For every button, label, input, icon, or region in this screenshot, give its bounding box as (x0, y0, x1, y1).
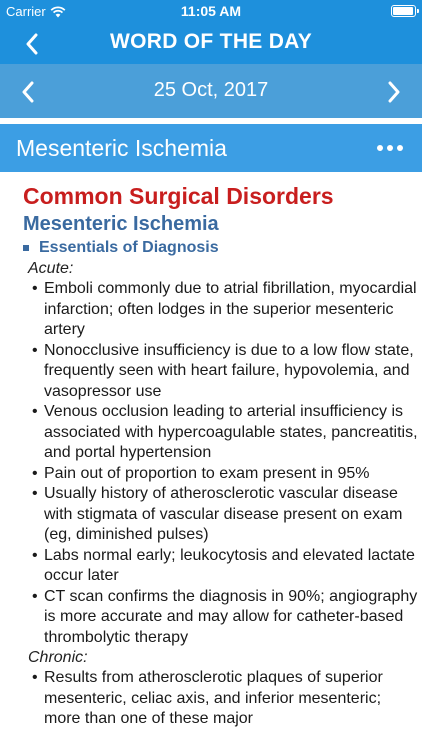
term-bar: Mesenteric Ischemia (0, 124, 422, 172)
date-bar: 25 Oct, 2017 (0, 64, 422, 118)
list-item: • Labs normal early; leukocytosis and ele… (32, 546, 415, 585)
list-item: • Nonocclusive insufficiency is due to a … (32, 341, 414, 400)
list-item-text: CT scan confirms the diagnosis in 90%; a… (44, 587, 418, 646)
battery-icon (391, 5, 419, 17)
topic-heading: Mesenteric Ischemia (23, 213, 219, 235)
list-item: • Venous occlusion leading to arterial in… (32, 403, 418, 461)
page-title: WORD OF THE DAY (109, 30, 313, 53)
list-item: • Results from atherosclerotic plaques of… (32, 669, 383, 727)
more-horizontal-icon (377, 145, 403, 151)
term-title: Mesenteric Ischemia (16, 135, 227, 161)
status-time: 11:05 AM (180, 3, 242, 19)
date-label: 25 Oct, 2017 (153, 79, 269, 101)
list-item-text: Nonocclusive insufficiency is due to a l… (44, 341, 414, 400)
list-item: • Pain out of proportion to exam present … (32, 464, 370, 482)
article-content[interactable]: Common Surgical Disorders Mesenteric Isc… (0, 172, 422, 750)
acute-label: Acute: (28, 260, 74, 277)
status-bar: Carrier 11:05 AM (0, 0, 422, 22)
chevron-right-icon (388, 81, 400, 103)
list-item: • CT scan confirms the diagnosis in 90%; … (32, 587, 418, 646)
battery-level (393, 7, 413, 15)
list-item-text: Usually history of atherosclerotic vascu… (44, 485, 403, 543)
list-item-text: Results from atherosclerotic plaques of … (44, 669, 383, 727)
list-item-text: Venous occlusion leading to arterial ins… (44, 403, 418, 461)
list-item: • Usually history of atherosclerotic vasc… (32, 485, 403, 543)
list-item-text: Emboli commonly due to atrial fibrillati… (44, 280, 417, 338)
list-item-text: Pain out of proportion to exam present i… (44, 464, 370, 482)
list-item-text: Labs normal early; leukocytosis and elev… (44, 546, 415, 585)
section-label: Essentials of Diagnosis (39, 239, 219, 256)
square-bullet-icon (23, 245, 29, 251)
chronic-list: • Results from atherosclerotic plaques of… (23, 668, 422, 730)
chronic-label: Chronic: (28, 649, 88, 666)
next-day-button[interactable] (378, 76, 410, 108)
acute-list: • Emboli commonly due to atrial fibrillat… (23, 279, 422, 648)
chapter-heading: Common Surgical Disorders (23, 183, 334, 209)
more-button[interactable] (370, 136, 410, 160)
list-item: • Emboli commonly due to atrial fibrillat… (32, 280, 417, 338)
section-heading: Essentials of Diagnosis (23, 237, 422, 259)
